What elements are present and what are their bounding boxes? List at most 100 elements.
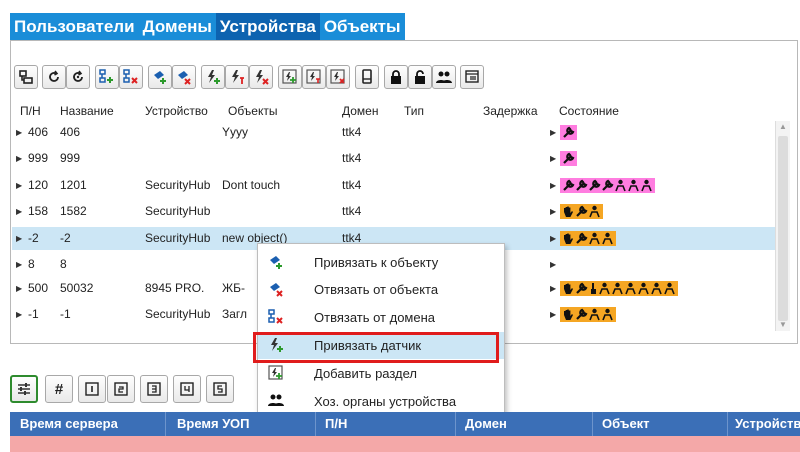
bind-object-button[interactable] (148, 65, 172, 89)
col-header-delay[interactable]: Задержка (483, 104, 558, 118)
page-2-icon (114, 382, 128, 396)
cell-pn: 8 (28, 257, 35, 271)
row-expand-icon[interactable]: ▶ (16, 303, 24, 326)
page-5-button[interactable] (206, 375, 234, 403)
row-expand-icon[interactable]: ▶ (16, 147, 24, 170)
col-header-type[interactable]: Тип (404, 104, 424, 118)
page-1-button[interactable] (78, 375, 106, 403)
col-header-pn[interactable]: П/Н (20, 104, 41, 118)
add-section-icon (268, 365, 286, 383)
page-4-button[interactable] (173, 375, 201, 403)
cell-pn: 500 (28, 281, 49, 295)
col-header-objects[interactable]: Объекты (228, 104, 278, 118)
hand-icon (564, 206, 573, 217)
grid-col-pn[interactable]: П/Н (325, 412, 347, 436)
state-expand-icon[interactable]: ▶ (550, 253, 558, 276)
grid-col-uop-time[interactable]: Время УОП (177, 412, 249, 436)
grid-col-domain[interactable]: Домен (465, 412, 507, 436)
scroll-up-icon[interactable]: ▲ (779, 122, 787, 131)
users-button[interactable] (432, 65, 456, 89)
add-sensor-button[interactable] (201, 65, 225, 89)
row-expand-icon[interactable]: ▶ (16, 174, 24, 197)
context-menu-item[interactable]: Отвязать от объекта (258, 276, 504, 303)
row-expand-icon[interactable]: ▶ (16, 277, 24, 300)
vertical-scrollbar[interactable]: ▲ ▼ (775, 121, 790, 331)
export-button[interactable] (460, 65, 484, 89)
context-menu-item[interactable]: Хоз. органы устройства (258, 388, 504, 415)
state-expand-icon[interactable]: ▶ (550, 200, 558, 223)
tab-domains[interactable]: Домены (139, 13, 216, 40)
remove-device-button[interactable] (119, 65, 143, 89)
table-row[interactable]: ▶ 999 999 ttk4 ▶ (12, 147, 775, 170)
refresh-button[interactable] (42, 65, 66, 89)
context-menu-item[interactable]: Отвязать от домена (258, 304, 504, 331)
state-expand-icon[interactable]: ▶ (550, 303, 558, 326)
section-settings-icon (306, 69, 321, 84)
state-expand-icon[interactable]: ▶ (550, 147, 558, 170)
grid-col-server-time[interactable]: Время сервера (20, 412, 118, 436)
grid-col-device[interactable]: Устройство (735, 412, 800, 436)
device-info-button[interactable] (355, 65, 379, 89)
cell-name: -1 (60, 307, 71, 321)
person-icon (625, 282, 636, 295)
context-menu-item[interactable]: Привязать к объекту (258, 249, 504, 276)
add-device-button[interactable] (95, 65, 119, 89)
unlock-button[interactable] (408, 65, 432, 89)
device-info-icon (362, 69, 372, 84)
tab-objects[interactable]: Объекты (320, 13, 405, 40)
remove-section-button[interactable] (326, 65, 350, 89)
page-2-button[interactable] (107, 375, 135, 403)
remove-sensor-button[interactable] (249, 65, 273, 89)
col-header-name[interactable]: Название (60, 104, 114, 118)
refresh-all-button[interactable] (66, 65, 90, 89)
state-indicator (560, 204, 603, 219)
cell-device: SecurityHub (145, 307, 211, 321)
context-menu-item[interactable]: Добавить раздел (258, 360, 504, 387)
col-header-state[interactable]: Состояние (559, 104, 619, 118)
state-expand-icon[interactable]: ▶ (550, 277, 558, 300)
hash-button[interactable]: # (45, 375, 73, 403)
row-expand-icon[interactable]: ▶ (16, 253, 24, 276)
add-section-button[interactable] (278, 65, 302, 89)
row-expand-icon[interactable]: ▶ (16, 200, 24, 223)
tab-users[interactable]: Пользователи (10, 13, 139, 40)
person-icon (599, 282, 610, 295)
unbind-object-button[interactable] (172, 65, 196, 89)
grid-col-object[interactable]: Объект (602, 412, 650, 436)
grid-col-separator (727, 412, 728, 436)
remove-device-icon (123, 69, 138, 84)
sensor-settings-button[interactable] (225, 65, 249, 89)
sliders-icon (18, 383, 30, 395)
scroll-down-icon[interactable]: ▼ (779, 320, 787, 329)
cell-name: 8 (60, 257, 67, 271)
state-expand-icon[interactable]: ▶ (550, 174, 558, 197)
col-header-domain[interactable]: Домен (342, 104, 379, 118)
wrench-icon (563, 152, 575, 164)
device-managers-icon (268, 393, 286, 411)
tab-devices[interactable]: Устройства (215, 13, 320, 40)
lock-button[interactable] (384, 65, 408, 89)
person-icon (641, 179, 652, 192)
event-row[interactable] (10, 436, 800, 452)
row-expand-icon[interactable]: ▶ (16, 121, 24, 144)
state-indicator (560, 281, 678, 296)
device-tree-button[interactable] (14, 65, 38, 89)
table-row[interactable]: ▶ 406 406 Yyyy ttk4 ▶ (12, 121, 775, 144)
hand-icon (564, 283, 573, 294)
table-row[interactable]: ▶ 120 1201 SecurityHub Dont touch ttk4 ▶ (12, 174, 775, 197)
context-menu-item-label: Отвязать от объекта (314, 282, 439, 297)
table-row[interactable]: ▶ 158 1582 SecurityHub ttk4 ▶ (12, 200, 775, 223)
col-header-device[interactable]: Устройство (145, 104, 227, 118)
state-indicator (560, 125, 577, 140)
wrench-icon (563, 179, 575, 191)
cell-domain: ttk4 (342, 204, 362, 218)
page-3-button[interactable] (140, 375, 168, 403)
scrollbar-thumb[interactable] (778, 136, 788, 321)
page-5-icon (213, 382, 227, 396)
state-indicator (560, 231, 616, 246)
state-expand-icon[interactable]: ▶ (550, 227, 558, 250)
section-settings-button[interactable] (302, 65, 326, 89)
filter-settings-button[interactable] (10, 375, 38, 403)
row-expand-icon[interactable]: ▶ (16, 227, 24, 250)
state-expand-icon[interactable]: ▶ (550, 121, 558, 144)
